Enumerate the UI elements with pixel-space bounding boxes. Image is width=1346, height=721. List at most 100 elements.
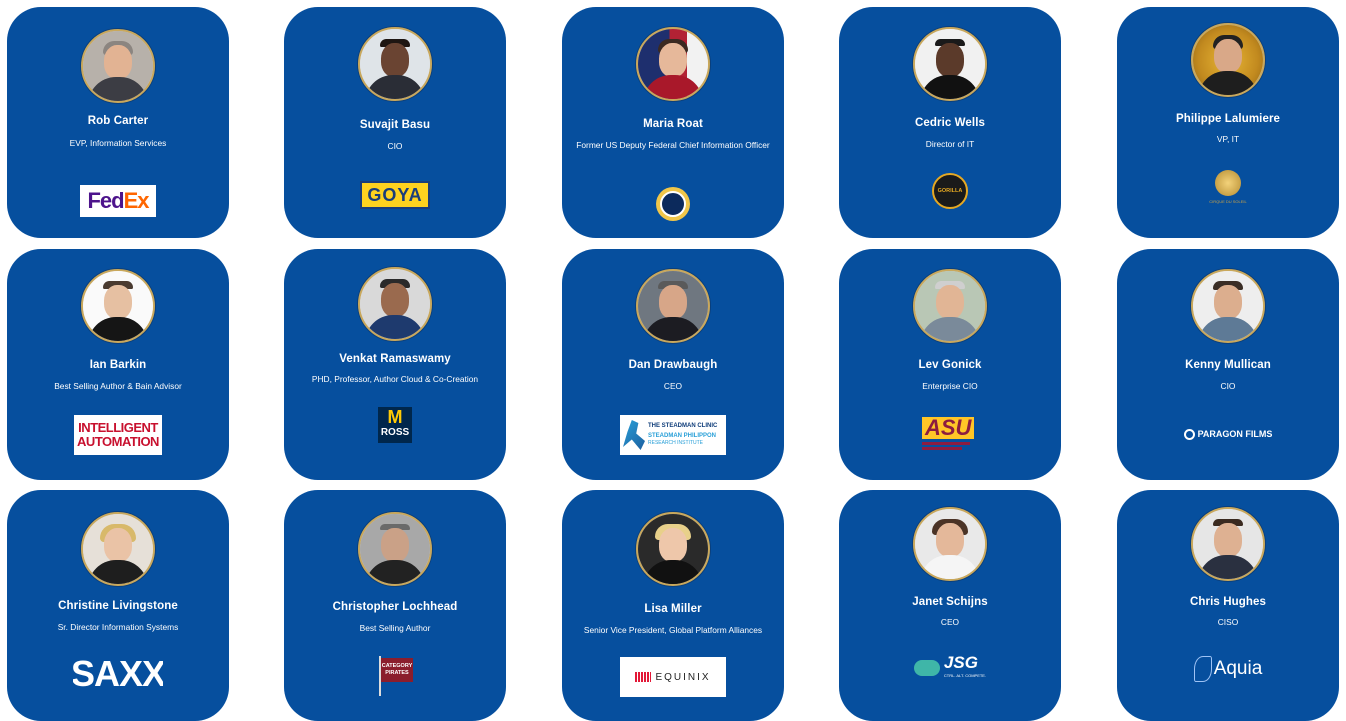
logo-text: GORILLA <box>937 188 963 194</box>
speaker-name: Venkat Ramaswamy <box>339 353 451 365</box>
navy-seal-icon <box>656 187 690 221</box>
avatar <box>1191 269 1265 343</box>
speaker-title: Enterprise CIO <box>922 381 978 391</box>
speaker-title: VP, IT <box>1216 134 1240 144</box>
runner-icon <box>623 420 645 450</box>
speaker-title: CIO <box>387 141 403 151</box>
gorilla-logo-icon: GORILLA <box>932 173 968 209</box>
avatar <box>636 269 710 343</box>
speaker-title: Best Selling Author <box>359 623 431 633</box>
speaker-title: Senior Vice President, Global Platform A… <box>583 625 763 635</box>
equinix-icon <box>635 672 652 682</box>
speaker-name: Chris Hughes <box>1190 596 1266 608</box>
speaker-card: Lisa Miller Senior Vice President, Globa… <box>562 490 784 721</box>
speaker-title: CEO <box>663 381 683 391</box>
logo-text: EQUINIX <box>655 671 711 683</box>
avatar <box>81 269 155 343</box>
logo-text: AUTOMATION <box>77 434 159 449</box>
speaker-card: Dan Drawbaugh CEO THE STEADMAN CLINIC ST… <box>562 249 784 480</box>
speaker-name: Ian Barkin <box>89 359 147 371</box>
cirque-logo-icon: CIRQUE DU SOLEIL <box>1203 167 1253 207</box>
speaker-card: Ian Barkin Best Selling Author & Bain Ad… <box>7 249 229 480</box>
company-logo: EQUINIX <box>620 657 726 697</box>
speaker-card: Kenny Mullican CIO PARAGON FILMS <box>1117 249 1339 480</box>
avatar <box>81 512 155 586</box>
speaker-title: CEO <box>940 617 960 627</box>
logo-text: CATEGORY <box>381 663 413 669</box>
logo-text: CTRL. ALT. COMPETE. <box>943 673 987 678</box>
speaker-name: Maria Roat <box>643 118 703 130</box>
speaker-card: Venkat Ramaswamy PHD, Professor, Author … <box>284 249 506 480</box>
company-logo: GOYA <box>360 181 430 209</box>
speaker-title: Best Selling Author & Bain Advisor <box>54 381 182 391</box>
speaker-card: Cedric Wells Director of IT GORILLA <box>839 7 1061 238</box>
avatar <box>358 267 432 341</box>
paragon-icon <box>1183 428 1195 440</box>
company-logo: M ROSS <box>378 407 412 443</box>
avatar <box>1191 507 1265 581</box>
logo-text: GOYA <box>367 184 423 205</box>
speaker-title: CISO <box>1217 617 1239 627</box>
logo-text: Fed <box>87 188 124 213</box>
speaker-title: Former US Deputy Federal Chief Informati… <box>576 140 770 150</box>
speaker-name: Cedric Wells <box>914 117 985 129</box>
speaker-card: Janet Schijns CEO JSG CTRL. ALT. COMPETE… <box>839 490 1061 721</box>
speaker-name: Kenny Mullican <box>1185 359 1271 371</box>
jsg-icon <box>913 660 940 676</box>
speaker-name: Lisa Miller <box>644 603 702 615</box>
avatar <box>1191 23 1265 97</box>
speaker-card: Rob Carter EVP, Information Services Fed… <box>7 7 229 238</box>
speaker-card: Lev Gonick Enterprise CIO ASU <box>839 249 1061 480</box>
avatar <box>81 29 155 103</box>
speaker-name: Christopher Lochhead <box>332 601 458 613</box>
logo-text: THE STEADMAN CLINIC <box>648 423 718 429</box>
speaker-card: Maria Roat Former US Deputy Federal Chie… <box>562 7 784 238</box>
avatar <box>636 27 710 101</box>
logo-text: M <box>387 407 403 427</box>
logo-text: RESEARCH INSTITUTE <box>648 440 704 446</box>
speaker-title: Director of IT <box>925 139 975 149</box>
logo-text: Ex <box>123 188 150 213</box>
logo-text: Aquia <box>1213 658 1263 679</box>
speaker-title: PHD, Professor, Author Cloud & Co-Creati… <box>311 374 479 384</box>
avatar <box>913 269 987 343</box>
company-logo: SAXX <box>73 652 163 696</box>
company-logo: PARAGON FILMS <box>1178 425 1278 443</box>
logo-text: JSG <box>943 654 978 672</box>
speaker-card: Christopher Lochhead Best Selling Author… <box>284 490 506 721</box>
avatar <box>913 27 987 101</box>
logo-text: PIRATES <box>385 670 409 676</box>
speaker-name: Christine Livingstone <box>58 600 178 612</box>
speaker-name: Suvajit Basu <box>359 119 431 131</box>
avatar <box>358 512 432 586</box>
avatar <box>636 512 710 586</box>
pirate-flag-icon: CATEGORY PIRATES <box>375 656 415 696</box>
avatar <box>358 27 432 101</box>
speaker-card: Philippe Lalumiere VP, IT CIRQUE DU SOLE… <box>1117 7 1339 238</box>
speaker-card: Christine Livingstone Sr. Director Infor… <box>7 490 229 721</box>
speaker-card: Chris Hughes CISO Aquia <box>1117 490 1339 721</box>
logo-text: ASU <box>922 416 975 439</box>
speaker-name: Lev Gonick <box>918 359 982 371</box>
speaker-title: Sr. Director Information Systems <box>57 622 179 632</box>
speaker-card: Suvajit Basu CIO GOYA <box>284 7 506 238</box>
company-logo: Aquia <box>1183 650 1273 688</box>
company-logo: INTELLIGENT AUTOMATION <box>74 415 162 455</box>
aquia-icon <box>1193 656 1212 682</box>
company-logo: ASU <box>922 413 978 453</box>
logo-text: PARAGON FILMS <box>1197 429 1273 439</box>
company-logo: JSG CTRL. ALT. COMPETE. <box>902 654 998 682</box>
speaker-name: Janet Schijns <box>912 596 988 608</box>
avatar <box>913 507 987 581</box>
speaker-name: Dan Drawbaugh <box>628 359 718 371</box>
logo-text: STEADMAN PHILIPPON <box>648 433 717 439</box>
speaker-title: CIO <box>1220 381 1236 391</box>
speaker-title: EVP, Information Services <box>69 138 167 148</box>
speaker-name: Rob Carter <box>87 115 149 127</box>
company-logo: Fed Ex <box>80 185 156 217</box>
logo-text: SAXX <box>73 653 163 694</box>
logo-text: CIRQUE DU SOLEIL <box>1209 199 1247 204</box>
speaker-name: Philippe Lalumiere <box>1175 113 1281 125</box>
logo-text: INTELLIGENT <box>78 420 158 435</box>
company-logo: THE STEADMAN CLINIC STEADMAN PHILIPPON R… <box>620 415 726 455</box>
